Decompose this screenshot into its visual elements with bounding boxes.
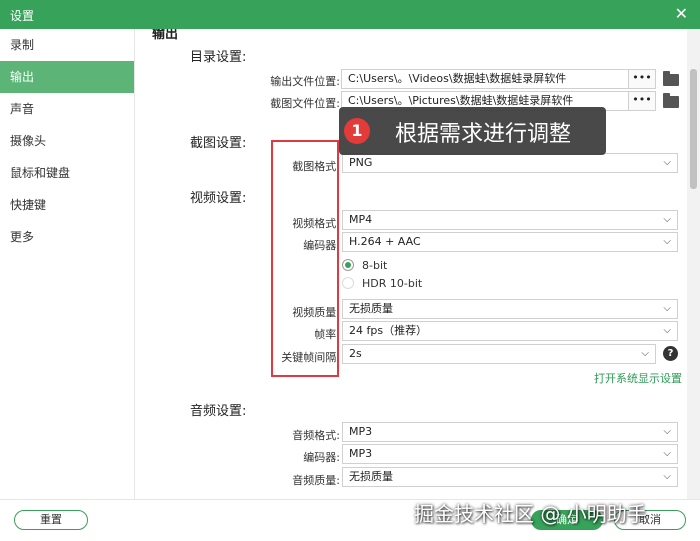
fps-select[interactable]: 24 fps（推荐） ⌵ (342, 321, 678, 341)
audio-codec-select[interactable]: MP3 ⌵ (342, 444, 678, 464)
window-title: 设置 (10, 9, 35, 23)
annotation-tooltip: 1 根据需求进行调整 (339, 107, 606, 155)
video-format-select[interactable]: MP4 ⌵ (342, 210, 678, 230)
screenshot-format-value: PNG (349, 156, 373, 169)
chevron-down-icon: ⌵ (663, 325, 671, 336)
fps-value: 24 fps（推荐） (349, 324, 428, 337)
sidebar-item-record[interactable]: 录制 (0, 29, 134, 61)
annotation-highlight-box (271, 140, 339, 377)
settings-scrollbar[interactable] (687, 29, 700, 499)
audio-codec-label: 编码器: (303, 451, 340, 464)
sidebar-item-more[interactable]: 更多 (0, 221, 134, 253)
chevron-down-icon: ⌵ (663, 426, 671, 437)
screenshot-browse-button[interactable]: ••• (628, 91, 656, 111)
output-heading: 输出 (152, 29, 179, 42)
dir-settings-title: 目录设置: (190, 50, 247, 65)
keyframe-select[interactable]: 2s ⌵ (342, 344, 656, 364)
sidebar-item-output[interactable]: 输出 (0, 61, 134, 93)
scrollbar-thumb[interactable] (690, 69, 697, 189)
video-quality-select[interactable]: 无损质量 ⌵ (342, 299, 678, 319)
chevron-down-icon: ⌵ (663, 303, 671, 314)
sidebar-item-hotkeys[interactable]: 快捷键 (0, 189, 134, 221)
hdr-radio[interactable] (342, 277, 354, 289)
chevron-down-icon: ⌵ (641, 348, 649, 359)
screenshot-location-label: 截图文件位置: (270, 97, 340, 110)
tooltip-text: 根据需求进行调整 (395, 122, 572, 147)
sidebar: 录制 输出 声音 摄像头 鼠标和键盘 快捷键 更多 (0, 29, 135, 499)
chevron-down-icon: ⌵ (663, 448, 671, 459)
sidebar-item-sound[interactable]: 声音 (0, 93, 134, 125)
chevron-down-icon: ⌵ (663, 471, 671, 482)
screenshot-folder-icon[interactable] (663, 93, 679, 108)
open-display-settings-link[interactable]: 打开系统显示设置 (594, 370, 682, 386)
video-codec-select[interactable]: H.264 + AAC ⌵ (342, 232, 678, 252)
chevron-down-icon: ⌵ (663, 214, 671, 225)
chevron-down-icon: ⌵ (663, 236, 671, 247)
bit8-label: 8-bit (362, 259, 388, 272)
hdr-label: HDR 10-bit (362, 277, 423, 290)
video-codec-value: H.264 + AAC (349, 235, 421, 248)
audio-codec-value: MP3 (349, 447, 373, 460)
step-number-badge: 1 (344, 118, 370, 144)
output-browse-button[interactable]: ••• (628, 69, 656, 89)
video-settings-title: 视频设置: (190, 191, 247, 206)
watermark-text: 掘金技术社区 @ 小明助手 (414, 502, 647, 526)
video-format-value: MP4 (349, 213, 373, 226)
audio-format-label: 音频格式: (292, 429, 340, 442)
screenshot-settings-title: 截图设置: (190, 136, 247, 151)
title-bar: 设置 ✕ (0, 0, 700, 29)
output-location-label: 输出文件位置: (270, 75, 340, 88)
audio-format-select[interactable]: MP3 ⌵ (342, 422, 678, 442)
chevron-down-icon: ⌵ (663, 157, 671, 168)
audio-quality-label: 音频质量: (292, 474, 340, 487)
audio-format-value: MP3 (349, 425, 373, 438)
sidebar-item-mouse-keyboard[interactable]: 鼠标和键盘 (0, 157, 134, 189)
output-location-field[interactable]: C:\Users\。\Videos\数据蛙\数据蛙录屏软件 (341, 69, 631, 89)
screenshot-format-select[interactable]: PNG ⌵ (342, 153, 678, 173)
audio-settings-title: 音频设置: (190, 404, 247, 419)
help-icon[interactable]: ? (663, 346, 678, 361)
video-quality-value: 无损质量 (349, 302, 393, 315)
sidebar-item-camera[interactable]: 摄像头 (0, 125, 134, 157)
keyframe-value: 2s (349, 347, 362, 360)
reset-button[interactable]: 重置 (14, 510, 88, 530)
audio-quality-value: 无损质量 (349, 470, 393, 483)
settings-panel: 输出 目录设置: 输出文件位置: C:\Users\。\Videos\数据蛙\数… (136, 29, 687, 499)
audio-quality-select[interactable]: 无损质量 ⌵ (342, 467, 678, 487)
bit8-radio[interactable] (342, 259, 354, 271)
close-icon[interactable]: ✕ (675, 4, 688, 23)
output-folder-icon[interactable] (663, 71, 679, 86)
